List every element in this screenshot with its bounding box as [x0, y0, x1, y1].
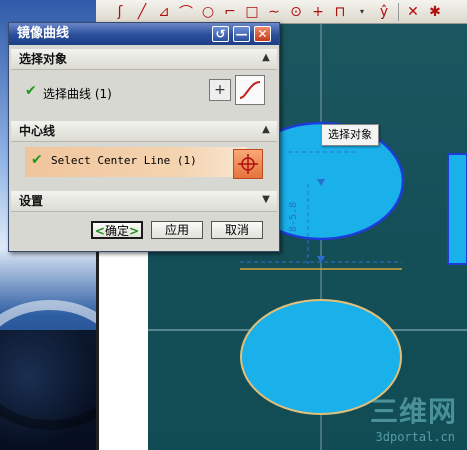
rectangle-icon[interactable]: □ — [242, 2, 262, 22]
crosshair-icon[interactable]: + — [308, 2, 328, 22]
profile-icon[interactable]: ʃ — [110, 2, 130, 22]
check-icon: ✔ — [31, 152, 43, 168]
curve-icon — [239, 81, 261, 99]
minimize-icon[interactable]: — — [233, 26, 250, 42]
section-select-object[interactable]: 选择对象 ▲ — [11, 49, 277, 70]
select-curve-button[interactable] — [235, 75, 265, 105]
trim-icon[interactable]: ⊿ — [154, 2, 174, 22]
fillet-icon[interactable]: ⌐ — [220, 2, 240, 22]
point-icon[interactable]: ⊙ — [286, 2, 306, 22]
section-settings-label: 设置 — [19, 194, 44, 208]
section-center-line-label: 中心线 — [19, 124, 56, 138]
add-curve-button[interactable]: + — [209, 79, 231, 101]
dialog-title: 镜像曲线 — [17, 26, 70, 41]
select-center-line-row[interactable]: ✔ Select Center Line (1) — [25, 147, 247, 177]
chevron-up-icon[interactable]: ▲ — [259, 51, 273, 65]
reset-icon[interactable]: ↺ — [212, 26, 229, 42]
sketch-toolbar: ʃ ╱ ⊿ ⌒ ○ ⌐ □ ∼ ⊙ + ⊓ ▾ ŷ ✕ ✱ — [96, 0, 467, 24]
quick-trim-icon[interactable]: ✕ — [403, 2, 423, 22]
circle-icon[interactable]: ○ — [198, 2, 218, 22]
ok-left-arrow-icon: < — [94, 224, 105, 238]
select-object-tooltip: 选择对象 — [321, 124, 379, 146]
ok-right-arrow-icon: > — [129, 224, 140, 238]
select-center-line-label: Select Center Line (1) — [51, 154, 197, 167]
section-select-object-label: 选择对象 — [19, 52, 68, 66]
line-icon[interactable]: ╱ — [132, 2, 152, 22]
spline-icon[interactable]: ∼ — [264, 2, 284, 22]
dialog-title-bar[interactable]: 镜像曲线 ↺ — ✕ — [9, 23, 279, 45]
select-curve-row: ✔ 选择曲线 (1) + — [11, 71, 277, 115]
cancel-button[interactable]: 取消 — [211, 221, 263, 239]
offset-icon[interactable]: ⊓ — [330, 2, 350, 22]
extend-icon[interactable]: ✱ — [425, 2, 445, 22]
chevron-up-icon[interactable]: ▲ — [259, 123, 273, 137]
section-settings[interactable]: 设置 ▼ — [11, 191, 277, 212]
select-curve-label: 选择曲线 (1) — [43, 87, 112, 101]
watermark-url: 3dportal.cn — [375, 430, 455, 444]
chevron-down-icon[interactable]: ▼ — [259, 193, 273, 207]
close-icon[interactable]: ✕ — [254, 26, 271, 42]
ok-button[interactable]: <确定> — [91, 221, 143, 239]
derived-line-icon[interactable]: ŷ — [374, 2, 394, 22]
check-icon: ✔ — [25, 83, 37, 99]
select-center-line-button[interactable] — [233, 149, 263, 179]
mirror-curve-dialog: 镜像曲线 ↺ — ✕ 选择对象 ▲ ✔ 选择曲线 (1) + 中心线 ▲ ✔ S… — [8, 22, 280, 252]
apply-button[interactable]: 应用 — [151, 221, 203, 239]
crosshair-target-icon — [238, 154, 258, 174]
dropdown-arrow-icon[interactable]: ▾ — [352, 2, 372, 22]
section-center-line[interactable]: 中心线 ▲ — [11, 121, 277, 142]
dimension-label[interactable]: 8-5.8 — [288, 202, 299, 232]
arc-icon[interactable]: ⌒ — [176, 2, 196, 22]
watermark-logo: 三维网 — [369, 395, 457, 428]
